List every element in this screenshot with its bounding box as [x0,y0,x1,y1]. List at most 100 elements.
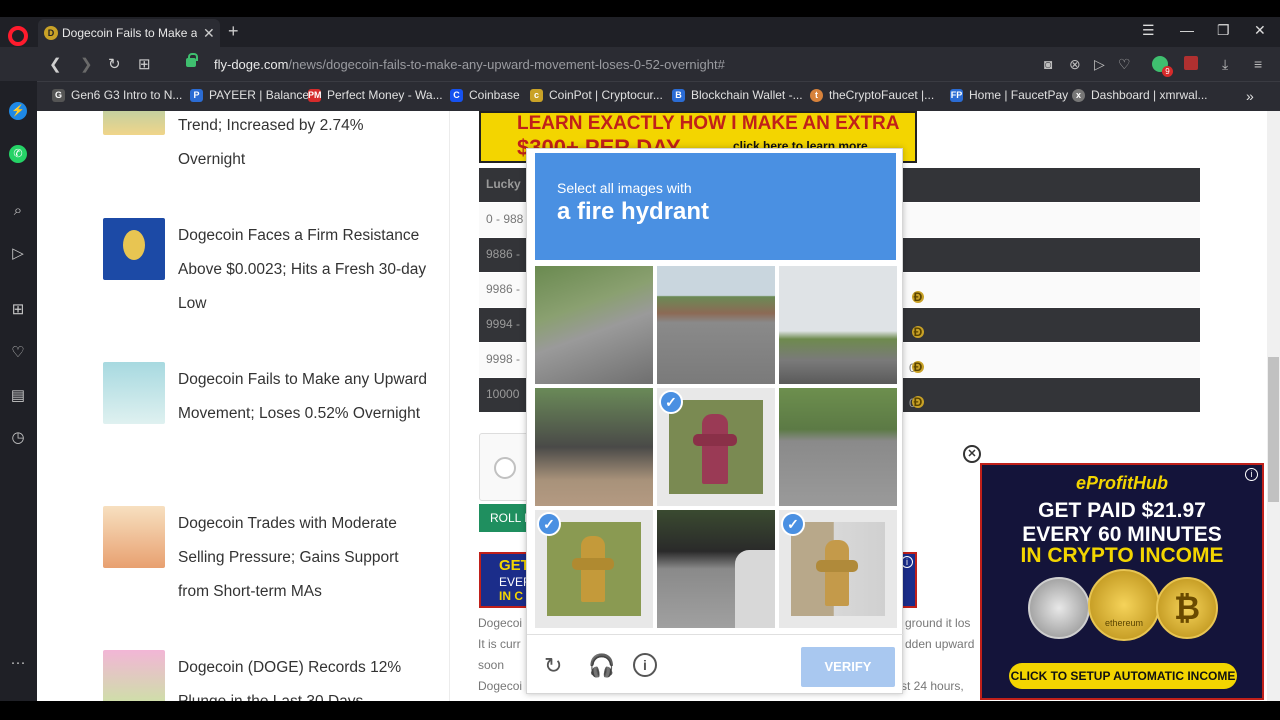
captcha-tile[interactable] [535,388,653,506]
close-window-icon[interactable]: ✕ [1254,22,1266,39]
close-tab-icon[interactable]: ✕ [203,25,215,42]
ethereum-icon: ethereum [1088,569,1160,641]
captcha-footer: ↻ 🎧 i VERIFY [527,634,904,694]
info-icon[interactable]: i [633,653,657,677]
bookmark-item[interactable]: B Blockchain Wallet -... [672,88,803,102]
post-title[interactable]: Dogecoin Fails to Make any Upward Moveme… [178,363,433,431]
captcha-challenge: Select all images with a fire hydrant ✓ … [526,148,904,694]
captcha-target: a fire hydrant [557,198,710,225]
snapshot-icon[interactable]: ◙ [1044,56,1052,72]
ad-line: LEARN EXACTLY HOW I MAKE AN EXTRA [517,113,900,134]
dogecoin-favicon-icon: D [44,26,58,40]
os-bottom-bar [0,701,1280,720]
captcha-tile[interactable]: ✓ [535,510,653,628]
ad-cta-button[interactable]: CLICK TO SETUP AUTOMATIC INCOME [1009,663,1237,689]
checkmark-icon: ✓ [537,512,561,536]
article-fragment: soon [478,658,505,672]
litecoin-icon [1028,577,1090,639]
ad-line: IN C [499,589,523,603]
send-flow-icon[interactable]: ▷ [9,244,27,262]
ad-headline: GET PAID $21.97 [1038,499,1206,522]
checkmark-icon: ✓ [781,512,805,536]
article-fragment: It is curr [478,637,521,651]
captcha-instruction: Select all images with [557,180,692,196]
tab-title: Dogecoin Fails to Make any Upward Moveme… [62,26,197,40]
close-ad-icon[interactable]: ✕ [963,445,981,463]
bookmark-item[interactable]: P PAYEER | Balance [190,88,309,102]
doge-coin-icon: Ð [912,360,924,374]
restore-icon[interactable]: ❐ [1217,22,1230,39]
url-field[interactable]: fly-doge.com/news/dogecoin-fails-to-make… [214,57,725,72]
whatsapp-icon[interactable]: ✆ [9,145,27,163]
post-thumbnail[interactable] [103,111,165,135]
bookmarks-heart-icon[interactable]: ♡ [9,343,27,361]
download-icon[interactable]: ⤓ [1222,56,1228,73]
ethereum-coin-label: ethereum [1104,618,1144,628]
article-fragment: st 24 hours, [901,679,964,693]
messenger-icon[interactable]: ⚡ [9,102,27,120]
scrollbar-thumb[interactable] [1268,357,1279,502]
article-fragment: dden upward [905,637,975,651]
forward-icon[interactable]: ❯ [80,55,93,73]
minimize-icon[interactable]: — [1180,22,1194,38]
bookmark-item[interactable]: FP Home | FaucetPay [950,88,1068,102]
doge-coin-icon: Ð [912,395,924,409]
news-icon[interactable]: ▤ [9,386,27,404]
popup-ad[interactable]: i eProfitHub GET PAID $21.97 EVERY 60 MI… [980,463,1264,700]
captcha-header: Select all images with a fire hydrant [535,153,896,260]
doge-coin-icon: Ð [912,325,924,339]
opera-logo-icon[interactable] [8,26,28,46]
history-icon[interactable]: ◷ [9,428,27,446]
article-fragment: ground it los [905,616,971,630]
post-title[interactable]: Dogecoin (DOGE) Records 12% Plunge in th… [178,651,433,701]
article-fragment: Dogecoi [478,679,523,693]
post-thumbnail[interactable] [103,218,165,280]
post-thumbnail[interactable] [103,650,165,701]
search-icon[interactable]: ⌕ [9,202,27,220]
captcha-tile[interactable] [657,266,775,384]
bitcoin-icon: ₿ [1156,577,1218,639]
captcha-tile[interactable]: ✓ [657,388,775,506]
post-title[interactable]: Dogecoin Trades with Moderate Selling Pr… [178,507,433,609]
more-bookmarks-icon[interactable]: » [1246,88,1254,104]
send-icon[interactable]: ▷ [1094,56,1105,73]
refresh-icon[interactable]: ↻ [544,653,562,679]
article-fragment: Dogecoi [478,616,523,630]
captcha-tile[interactable] [779,266,897,384]
post-thumbnail[interactable] [103,506,165,568]
tab-menu-icon[interactable]: ☰ [1142,22,1155,39]
bookmark-item[interactable]: C Coinbase [450,88,520,102]
post-title[interactable]: Dogecoin Faces a Firm Resistance Above $… [178,219,433,321]
bookmark-item[interactable]: t theCryptoFaucet |... [810,88,934,102]
post-thumbnail[interactable] [103,362,165,424]
new-tab-icon[interactable]: + [228,21,239,42]
adblock-icon[interactable]: ⊗ [1069,56,1081,73]
menu-icon[interactable]: ≡ [1254,56,1262,72]
audio-challenge-icon[interactable]: 🎧 [588,653,615,679]
heart-icon[interactable]: ♡ [1118,56,1131,73]
recaptcha-checkbox[interactable] [494,457,516,479]
speed-dial-icon[interactable]: ⊞ [9,300,27,318]
wallet-extension-icon[interactable] [1184,56,1198,70]
bookmark-item[interactable]: x Dashboard | xmrwal... [1072,88,1208,102]
column-divider [449,111,450,701]
more-icon[interactable]: ··· [9,654,27,672]
captcha-tile[interactable] [535,266,653,384]
bookmark-item[interactable]: c CoinPot | Cryptocur... [530,88,663,102]
lock-icon[interactable] [186,53,198,67]
ad-headline: IN CRYPTO INCOME [1020,544,1224,567]
active-tab[interactable]: D Dogecoin Fails to Make any Upward Move… [38,19,220,47]
tabs-grid-icon[interactable]: ⊞ [138,55,151,73]
post-title[interactable]: Trend; Increased by 2.74% Overnight [178,111,433,177]
checkmark-icon: ✓ [659,390,683,414]
doge-coin-icon: Ð [912,290,924,304]
captcha-tile[interactable]: ✓ [779,510,897,628]
back-icon[interactable]: ❮ [49,55,62,73]
os-top-bar [0,0,1280,17]
captcha-tile[interactable] [779,388,897,506]
bookmark-item[interactable]: G Gen6 G3 Intro to N... [52,88,182,102]
bookmark-item[interactable]: PM Perfect Money - Wa... [308,88,443,102]
captcha-tile[interactable] [657,510,775,628]
reload-icon[interactable]: ↻ [108,55,121,73]
verify-button[interactable]: VERIFY [801,647,895,687]
